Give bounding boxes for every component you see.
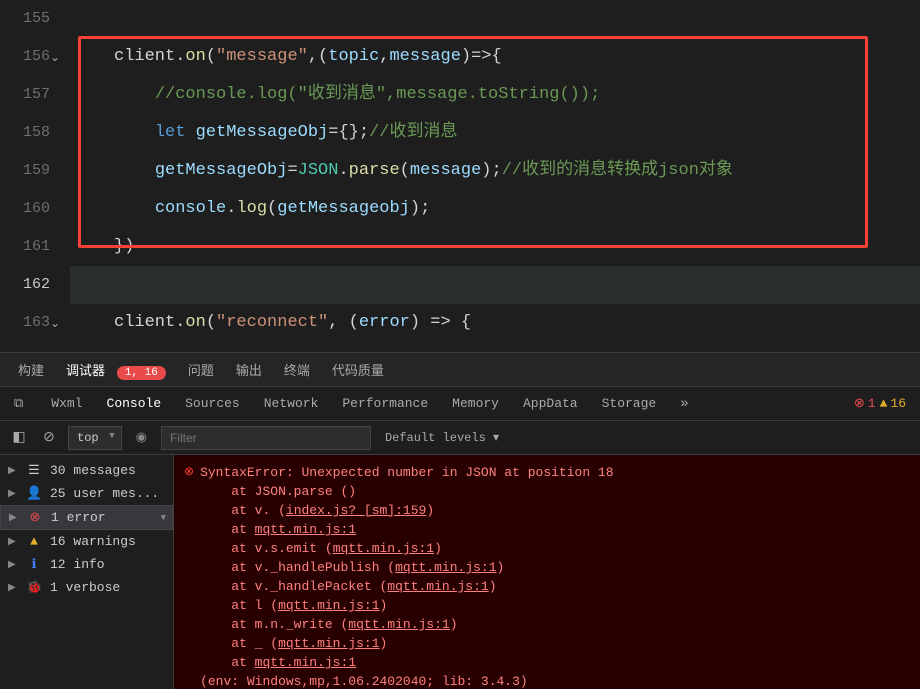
stack-lines: at JSON.parse () at v. (index.js? [sm]:1… (200, 482, 613, 672)
live-expression-icon[interactable]: ◉ (136, 430, 147, 445)
tab-storage[interactable]: Storage (602, 396, 657, 411)
bug-icon: 🐞 (26, 580, 42, 595)
tab-appdata[interactable]: AppData (523, 396, 578, 411)
warning-icon: ▲ (880, 396, 888, 411)
console-sidebar: ▶☰30 messages ▶👤25 user mes... ▶⊗1 error… (0, 455, 174, 689)
code-line[interactable]: client.on("reconnect", (error) => { (70, 304, 920, 342)
code-line[interactable]: getMessageObj=JSON.parse(message);//收到的消… (70, 152, 920, 190)
line-number: 158 (0, 114, 70, 152)
line-number: 162 (0, 266, 70, 304)
code-line[interactable]: let getMessageObj={};//收到消息 (70, 114, 920, 152)
code-line[interactable]: console.log(getMessageobj); (70, 190, 920, 228)
line-number: 155 (0, 0, 70, 38)
user-icon: 👤 (26, 486, 42, 501)
console-controls: ◧ ⊘ top ◉ Default levels ▾ (0, 421, 920, 455)
tab-problems[interactable]: 问题 (188, 360, 214, 379)
sidebar-error[interactable]: ▶⊗1 error (0, 505, 173, 530)
line-number: 157 (0, 76, 70, 114)
code-line[interactable]: }) (70, 228, 920, 266)
stack-line: at _ (mqtt.min.js:1) (200, 634, 613, 653)
code-area[interactable]: client.on("message",(topic,message)=>{ /… (70, 0, 920, 342)
console-output[interactable]: ⊗ SyntaxError: Unexpected number in JSON… (174, 455, 920, 689)
bottom-panel: 构建 调试器 1, 16 问题 输出 终端 代码质量 ⧉ Wxml Consol… (0, 352, 920, 688)
stack-line: at JSON.parse () (200, 482, 613, 501)
list-icon: ☰ (26, 463, 42, 478)
fold-icon[interactable]: ⌄ (50, 316, 60, 331)
sidebar-verbose[interactable]: ▶🐞1 verbose (0, 576, 173, 599)
error-count-badge[interactable]: ⊗ 1 (854, 396, 876, 411)
stack-line: at mqtt.min.js:1 (200, 653, 613, 672)
tab-terminal[interactable]: 终端 (284, 360, 310, 379)
inspect-icon[interactable]: ⧉ (14, 396, 23, 411)
sidebar-usermes[interactable]: ▶👤25 user mes... (0, 482, 173, 505)
line-number: 160 (0, 190, 70, 228)
line-number: 161 (0, 228, 70, 266)
stack-line: at v. (index.js? [sm]:159) (200, 501, 613, 520)
stack-line: at mqtt.min.js:1 (200, 520, 613, 539)
info-icon: ℹ (26, 557, 42, 572)
sidebar-warnings[interactable]: ▶▲16 warnings (0, 530, 173, 553)
filter-input[interactable] (161, 426, 371, 450)
tab-quality[interactable]: 代码质量 (332, 360, 384, 379)
warning-icon: ▲ (26, 534, 42, 549)
error-icon: ⊗ (854, 396, 865, 411)
code-editor[interactable]: 155156⌄157158159160161162163⌄ client.on(… (0, 0, 920, 352)
warning-count-badge[interactable]: ▲ 16 (880, 396, 906, 411)
error-title: SyntaxError: Unexpected number in JSON a… (200, 463, 613, 482)
error-icon: ⊗ (27, 510, 43, 525)
sidebar-info[interactable]: ▶ℹ12 info (0, 553, 173, 576)
fold-icon[interactable]: ⌄ (50, 50, 60, 65)
panel-tabs-primary: 构建 调试器 1, 16 问题 输出 终端 代码质量 (0, 353, 920, 387)
code-line[interactable]: //console.log("收到消息",message.toString())… (70, 76, 920, 114)
stack-line: at v._handlePublish (mqtt.min.js:1) (200, 558, 613, 577)
tab-output[interactable]: 输出 (236, 360, 262, 379)
line-gutter: 155156⌄157158159160161162163⌄ (0, 0, 70, 352)
tab-memory[interactable]: Memory (452, 396, 499, 411)
tabs-more-icon[interactable]: » (680, 396, 688, 412)
tab-performance[interactable]: Performance (342, 396, 428, 411)
error-env: (env: Windows,mp,1.06.2402040; lib: 3.4.… (200, 672, 613, 689)
debugger-badge: 1, 16 (117, 366, 166, 380)
stack-line: at v.s.emit (mqtt.min.js:1) (200, 539, 613, 558)
devtools-tabs: ⧉ Wxml Console Sources Network Performan… (0, 387, 920, 421)
code-line[interactable] (70, 0, 920, 38)
tab-wxml[interactable]: Wxml (51, 396, 82, 411)
tab-build[interactable]: 构建 (18, 360, 44, 379)
code-line[interactable]: client.on("message",(topic,message)=>{ (70, 38, 920, 76)
tab-debugger[interactable]: 调试器 1, 16 (66, 360, 166, 379)
tab-network[interactable]: Network (264, 396, 319, 411)
sidebar-messages[interactable]: ▶☰30 messages (0, 459, 173, 482)
tab-sources[interactable]: Sources (185, 396, 240, 411)
stack-line: at m.n._write (mqtt.min.js:1) (200, 615, 613, 634)
stack-line: at v._handlePacket (mqtt.min.js:1) (200, 577, 613, 596)
line-number: 159 (0, 152, 70, 190)
tab-console[interactable]: Console (107, 396, 162, 411)
stack-line: at l (mqtt.min.js:1) (200, 596, 613, 615)
context-select[interactable]: top (68, 426, 122, 450)
clear-console-icon[interactable]: ⊘ (38, 429, 60, 446)
sidebar-toggle-icon[interactable]: ◧ (8, 429, 30, 446)
code-line[interactable] (70, 266, 920, 304)
levels-select[interactable]: Default levels ▾ (385, 430, 499, 445)
error-dot-icon: ⊗ (184, 463, 194, 689)
error-stack: SyntaxError: Unexpected number in JSON a… (200, 463, 613, 689)
